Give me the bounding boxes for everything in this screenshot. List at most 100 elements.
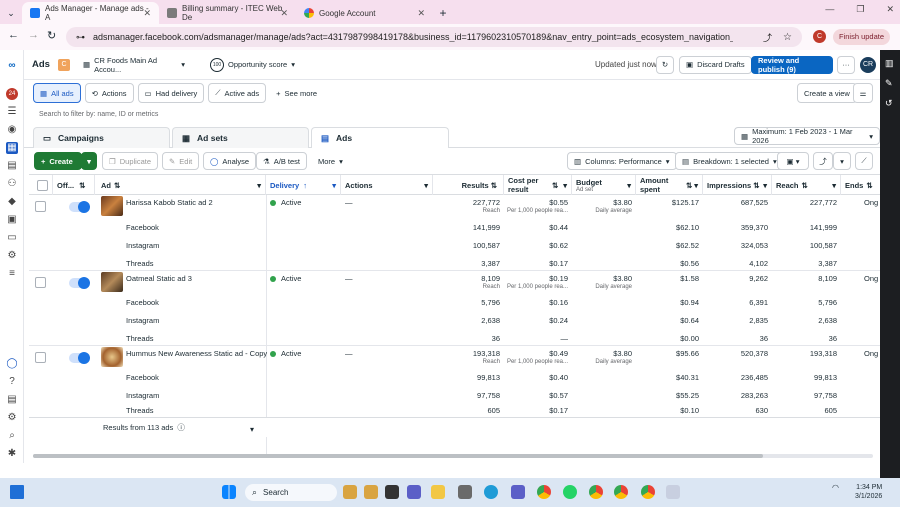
history-icon[interactable]: ↺: [885, 98, 893, 109]
back-icon[interactable]: ←: [8, 29, 19, 41]
taskbar-app-icon[interactable]: [364, 485, 378, 499]
wifi-icon[interactable]: ◠: [832, 483, 839, 492]
chart-icon[interactable]: ▥: [885, 58, 894, 69]
close-tab-icon[interactable]: ✕: [143, 8, 151, 19]
all-ads-chip[interactable]: ▦ All ads: [33, 83, 81, 103]
tab-search-icon[interactable]: ⌄: [0, 2, 22, 24]
user-avatar[interactable]: CR: [860, 57, 876, 73]
actions-chip[interactable]: ⟲ Actions: [84, 83, 134, 103]
reports-button[interactable]: ▣ ▾: [777, 152, 809, 170]
column-menu-icon[interactable]: ▾: [694, 181, 698, 190]
tab-billing[interactable]: Billing summary - ITEC Web De ✕: [159, 2, 296, 24]
horizontal-scrollbar[interactable]: [33, 454, 873, 458]
more-options-button[interactable]: ···: [837, 55, 855, 74]
ad-name[interactable]: Harissa Kabob Static ad 2: [126, 198, 213, 207]
store-icon[interactable]: [458, 485, 472, 499]
ad-thumbnail[interactable]: [101, 347, 123, 367]
table-row[interactable]: Harissa Kabob Static ad 2 Active — 227,7…: [29, 195, 880, 218]
chrome-profile-icon[interactable]: [641, 485, 655, 499]
finish-update-button[interactable]: Finish update: [833, 29, 891, 45]
info-icon[interactable]: ⓘ: [177, 422, 185, 433]
col-actions[interactable]: Actions ▾: [341, 175, 433, 195]
create-button[interactable]: + Create: [34, 152, 82, 170]
refresh-button[interactable]: ↻: [656, 55, 674, 74]
settings-icon[interactable]: ⚙: [6, 412, 18, 424]
feedback-icon[interactable]: ▤: [6, 394, 18, 406]
opportunity-score-button[interactable]: 100 Opportunity score ▾: [204, 55, 301, 74]
teams-icon[interactable]: [407, 485, 421, 499]
restore-icon[interactable]: ❐: [856, 4, 864, 15]
col-budget[interactable]: Budget Ad set ▾: [572, 175, 636, 195]
close-window-icon[interactable]: ✕: [886, 4, 894, 15]
meta-ai-icon[interactable]: ◯: [6, 358, 18, 370]
calendar-icon[interactable]: ▣: [6, 214, 18, 226]
ad-name[interactable]: Oatmeal Static ad 3: [126, 274, 192, 283]
scrollbar-thumb[interactable]: [33, 454, 763, 458]
charts-button[interactable]: ⟋: [855, 152, 873, 170]
col-delivery[interactable]: Delivery ↑ ▾: [266, 175, 341, 195]
discard-drafts-button[interactable]: ▣ Discard Drafts: [679, 55, 752, 74]
edge-icon[interactable]: [484, 485, 498, 499]
ad-thumbnail[interactable]: [101, 272, 123, 292]
snipping-tool-icon[interactable]: [666, 485, 680, 499]
active-ads-chip[interactable]: ⟋ Active ads: [208, 83, 267, 103]
analyse-button[interactable]: ◯ Analyse: [203, 152, 257, 170]
notifications-badge[interactable]: 24: [6, 88, 18, 100]
filter-settings-button[interactable]: ⚌: [853, 83, 873, 103]
reload-icon[interactable]: ↻: [47, 29, 56, 42]
bookmark-star-icon[interactable]: ☆: [783, 32, 792, 43]
widgets-icon[interactable]: [10, 485, 24, 499]
col-impressions[interactable]: Impressions ⇅ ▾: [703, 175, 772, 195]
breakdown-button[interactable]: ▤ Breakdown: 1 selected ▾: [675, 152, 784, 170]
more-button[interactable]: More ▾: [312, 152, 349, 170]
taskview-icon[interactable]: [385, 485, 399, 499]
events-icon[interactable]: ◆: [6, 196, 18, 208]
close-tab-icon[interactable]: ✕: [280, 8, 288, 19]
reports-icon[interactable]: ▤: [6, 160, 18, 172]
chrome-profile-icon[interactable]: [614, 485, 628, 499]
forward-icon[interactable]: →: [28, 29, 39, 41]
ad-thumbnail[interactable]: [101, 196, 123, 216]
select-all-checkbox[interactable]: [37, 179, 48, 191]
chrome-profile-icon[interactable]: [589, 485, 603, 499]
chrome-icon[interactable]: [537, 485, 551, 499]
col-amount[interactable]: Amount spent ⇅ ▾: [636, 175, 703, 195]
column-menu-icon[interactable]: ▾: [257, 181, 261, 190]
row-checkbox[interactable]: [35, 201, 46, 212]
create-view-button[interactable]: Create a view: [797, 83, 857, 103]
summary-dropdown-icon[interactable]: ▾: [250, 425, 254, 434]
ad-on-off-toggle[interactable]: [69, 277, 90, 289]
close-tab-icon[interactable]: ✕: [417, 8, 425, 19]
columns-button[interactable]: ▥ Columns: Performance ▾: [567, 152, 677, 170]
review-publish-button[interactable]: Review and publish (9): [751, 55, 833, 74]
tab-google-account[interactable]: Google Account ✕: [296, 2, 433, 24]
edit-button[interactable]: ✎ Edit: [162, 152, 200, 170]
taskbar-search[interactable]: ⌕ Search: [245, 484, 337, 501]
tab-ads[interactable]: ▤ Ads: [311, 127, 449, 148]
minimize-icon[interactable]: —: [825, 4, 834, 15]
tab-ads-manager[interactable]: Ads Manager - Manage ads - A ✕: [22, 2, 159, 24]
col-reach[interactable]: Reach ⇅ ▾: [772, 175, 841, 195]
dashboard-icon[interactable]: ◉: [6, 124, 18, 136]
file-explorer-icon[interactable]: [431, 485, 445, 499]
meta-logo-icon[interactable]: ∞: [6, 60, 18, 72]
whatsapp-icon[interactable]: [563, 485, 577, 499]
ad-name[interactable]: Hummus New Awareness Static ad - Copy: [126, 349, 267, 358]
row-checkbox[interactable]: [35, 277, 46, 288]
had-delivery-chip[interactable]: ▭ Had delivery: [137, 83, 205, 103]
search-icon[interactable]: ⌕: [6, 430, 18, 442]
windows-start-icon[interactable]: [222, 485, 236, 499]
column-menu-icon[interactable]: ▾: [424, 181, 428, 190]
col-cost[interactable]: Cost per result ⇅ ▾: [504, 175, 572, 195]
tab-adsets[interactable]: ▦ Ad sets: [172, 127, 309, 148]
billing-icon[interactable]: ▭: [6, 232, 18, 244]
site-info-icon[interactable]: ⊶: [76, 32, 85, 43]
tab-campaigns[interactable]: ▭ Campaigns: [33, 127, 170, 148]
edit-icon[interactable]: ✎: [885, 78, 893, 89]
table-row[interactable]: Oatmeal Static ad 3 Active — 8,109 Reach…: [29, 270, 880, 293]
campaigns-table-icon[interactable]: ▦: [6, 142, 18, 154]
teams-work-icon[interactable]: [511, 485, 525, 499]
col-ends[interactable]: Ends ⇅: [841, 175, 880, 195]
duplicate-button[interactable]: ❐ Duplicate: [102, 152, 159, 170]
column-menu-icon[interactable]: ▾: [763, 181, 767, 190]
